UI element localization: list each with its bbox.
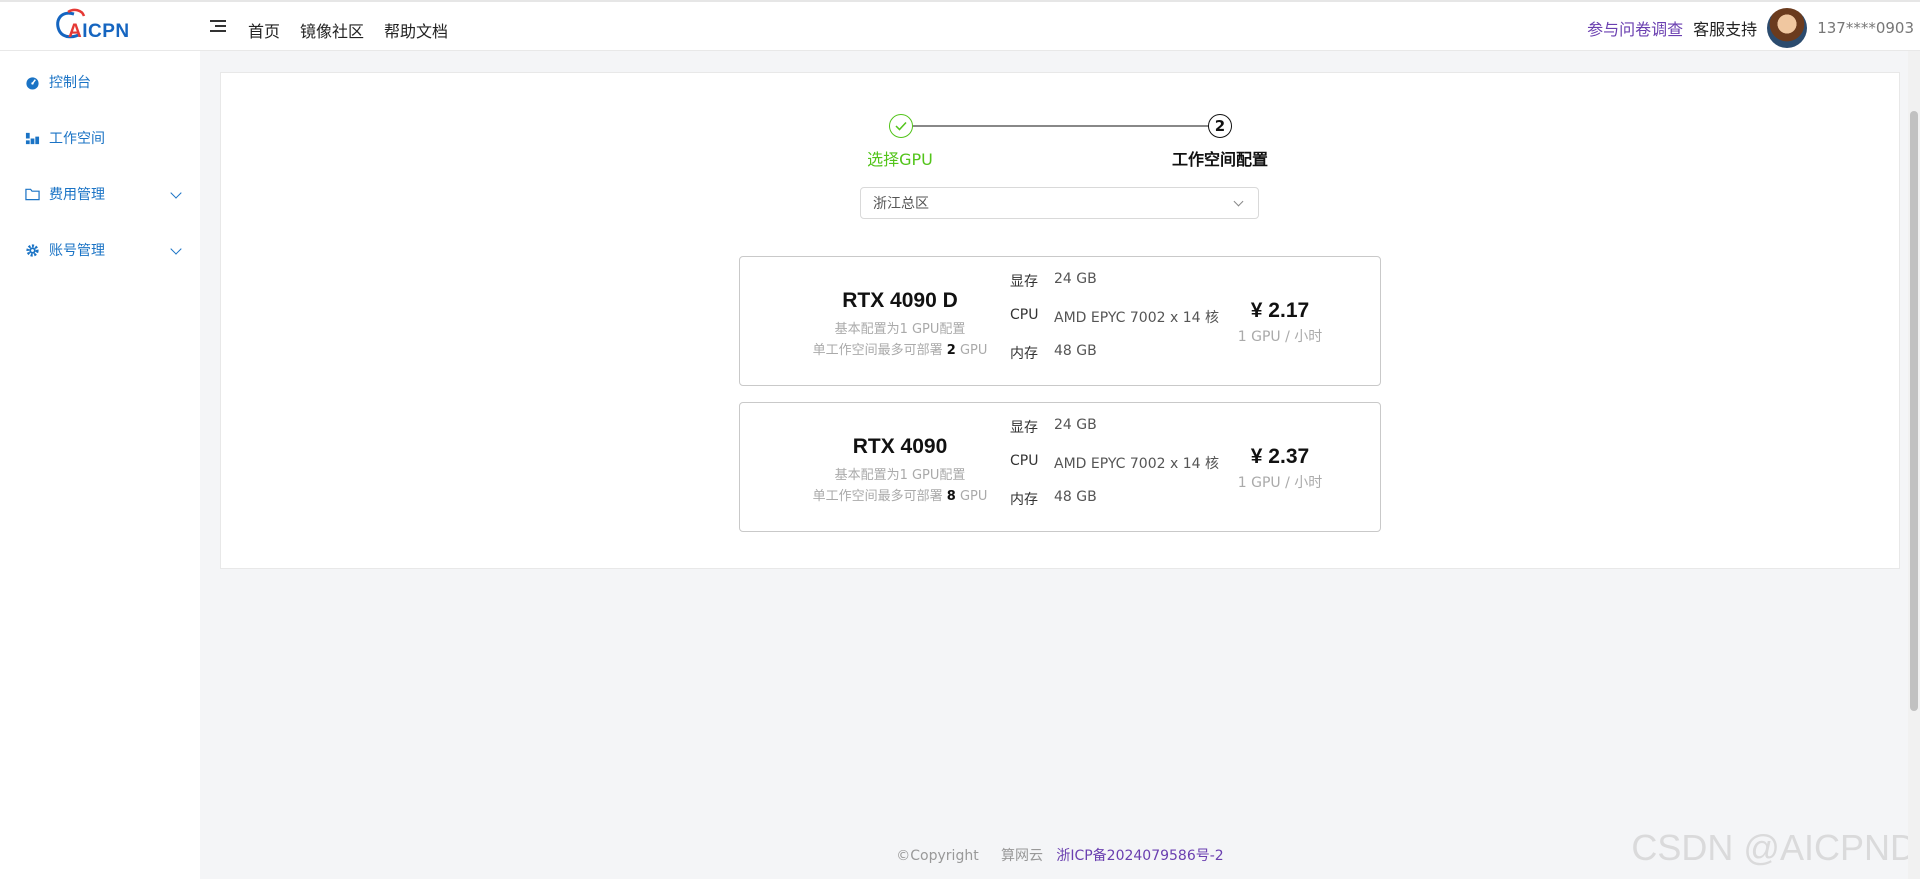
spec-cpu: CPU AMD EPYC 7002 x 14 核 [1010, 307, 1219, 326]
gpu-price-unit: 1 GPU / 小时 [1237, 475, 1323, 491]
spec-vram: 显存 24 GB [1010, 271, 1097, 290]
sidebar-item-label: 费用管理 [49, 187, 105, 203]
top-header: AICPN 首页 镜像社区 帮助文档 参与问卷调查 客服支持 137****09… [0, 0, 1920, 51]
chevron-down-icon [1233, 196, 1244, 207]
nav-help-docs[interactable]: 帮助文档 [384, 18, 448, 42]
gpu-card-rtx-4090d[interactable]: RTX 4090 D 基本配置为1 GPU配置 单工作空间最多可部署 2 GPU… [739, 256, 1381, 386]
gpu-price: ¥ 2.37 [1250, 445, 1310, 468]
step1-check-icon [889, 114, 913, 138]
avatar[interactable] [1767, 8, 1808, 48]
nav-home[interactable]: 首页 [248, 18, 280, 42]
menu-toggle-icon[interactable] [210, 20, 226, 34]
gpu-price: ¥ 2.17 [1250, 299, 1310, 322]
footer-icp-link[interactable]: 浙ICP备2024079586号-2 [1056, 848, 1223, 864]
region-select-value: 浙江总区 [873, 196, 929, 212]
spec-vram: 显存 24 GB [1010, 417, 1097, 436]
scrollbar-thumb[interactable] [1910, 111, 1918, 711]
workspace-icon [24, 130, 40, 146]
sidebar-item-label: 工作空间 [49, 131, 105, 147]
sidebar-item-workspace[interactable]: 工作空间 [24, 126, 184, 150]
step1-label: 选择GPU [867, 150, 933, 169]
sidebar-item-console[interactable]: 控制台 [24, 70, 184, 94]
nav-image-community[interactable]: 镜像社区 [300, 18, 364, 42]
watermark: CSDN @AICPND [1631, 827, 1916, 868]
step2-label: 工作空间配置 [1171, 150, 1268, 169]
footer-copyright: ©Copyright [896, 848, 979, 864]
spec-memory: 内存 48 GB [1010, 343, 1097, 362]
survey-link[interactable]: 参与问卷调查 [1587, 16, 1683, 40]
top-nav: 首页 镜像社区 帮助文档 [248, 18, 448, 42]
footer-brand: 算网云 [1000, 848, 1043, 864]
customer-support-link[interactable]: 客服支持 [1693, 16, 1757, 40]
header-right: 参与问卷调查 客服支持 137****0903 [1587, 8, 1914, 48]
gpu-card-rtx-4090[interactable]: RTX 4090 基本配置为1 GPU配置 单工作空间最多可部署 8 GPU 显… [739, 402, 1381, 532]
sidebar-item-billing[interactable]: 费用管理 [24, 182, 184, 206]
sidebar-item-label: 账号管理 [49, 243, 105, 259]
gear-icon [24, 242, 40, 258]
spec-cpu: CPU AMD EPYC 7002 x 14 核 [1010, 453, 1219, 472]
logo-text: AICPN [68, 21, 130, 42]
sidebar: 控制台 工作空间 费用管理 账号管理 [0, 51, 200, 879]
region-select[interactable]: 浙江总区 [860, 187, 1259, 219]
chevron-down-icon [170, 187, 182, 199]
sidebar-item-account[interactable]: 账号管理 [24, 238, 184, 262]
gpu-price-unit: 1 GPU / 小时 [1237, 329, 1323, 345]
user-name[interactable]: 137****0903 [1817, 19, 1914, 37]
stepper-line [913, 125, 1213, 127]
sidebar-item-label: 控制台 [49, 75, 91, 91]
scrollbar[interactable] [1908, 51, 1920, 879]
step2-number: 2 [1208, 114, 1232, 138]
folder-icon [24, 186, 40, 202]
spec-memory: 内存 48 GB [1010, 489, 1097, 508]
dashboard-icon [24, 74, 40, 90]
chevron-down-icon [170, 243, 182, 255]
aicpn-logo[interactable]: AICPN [50, 8, 142, 44]
